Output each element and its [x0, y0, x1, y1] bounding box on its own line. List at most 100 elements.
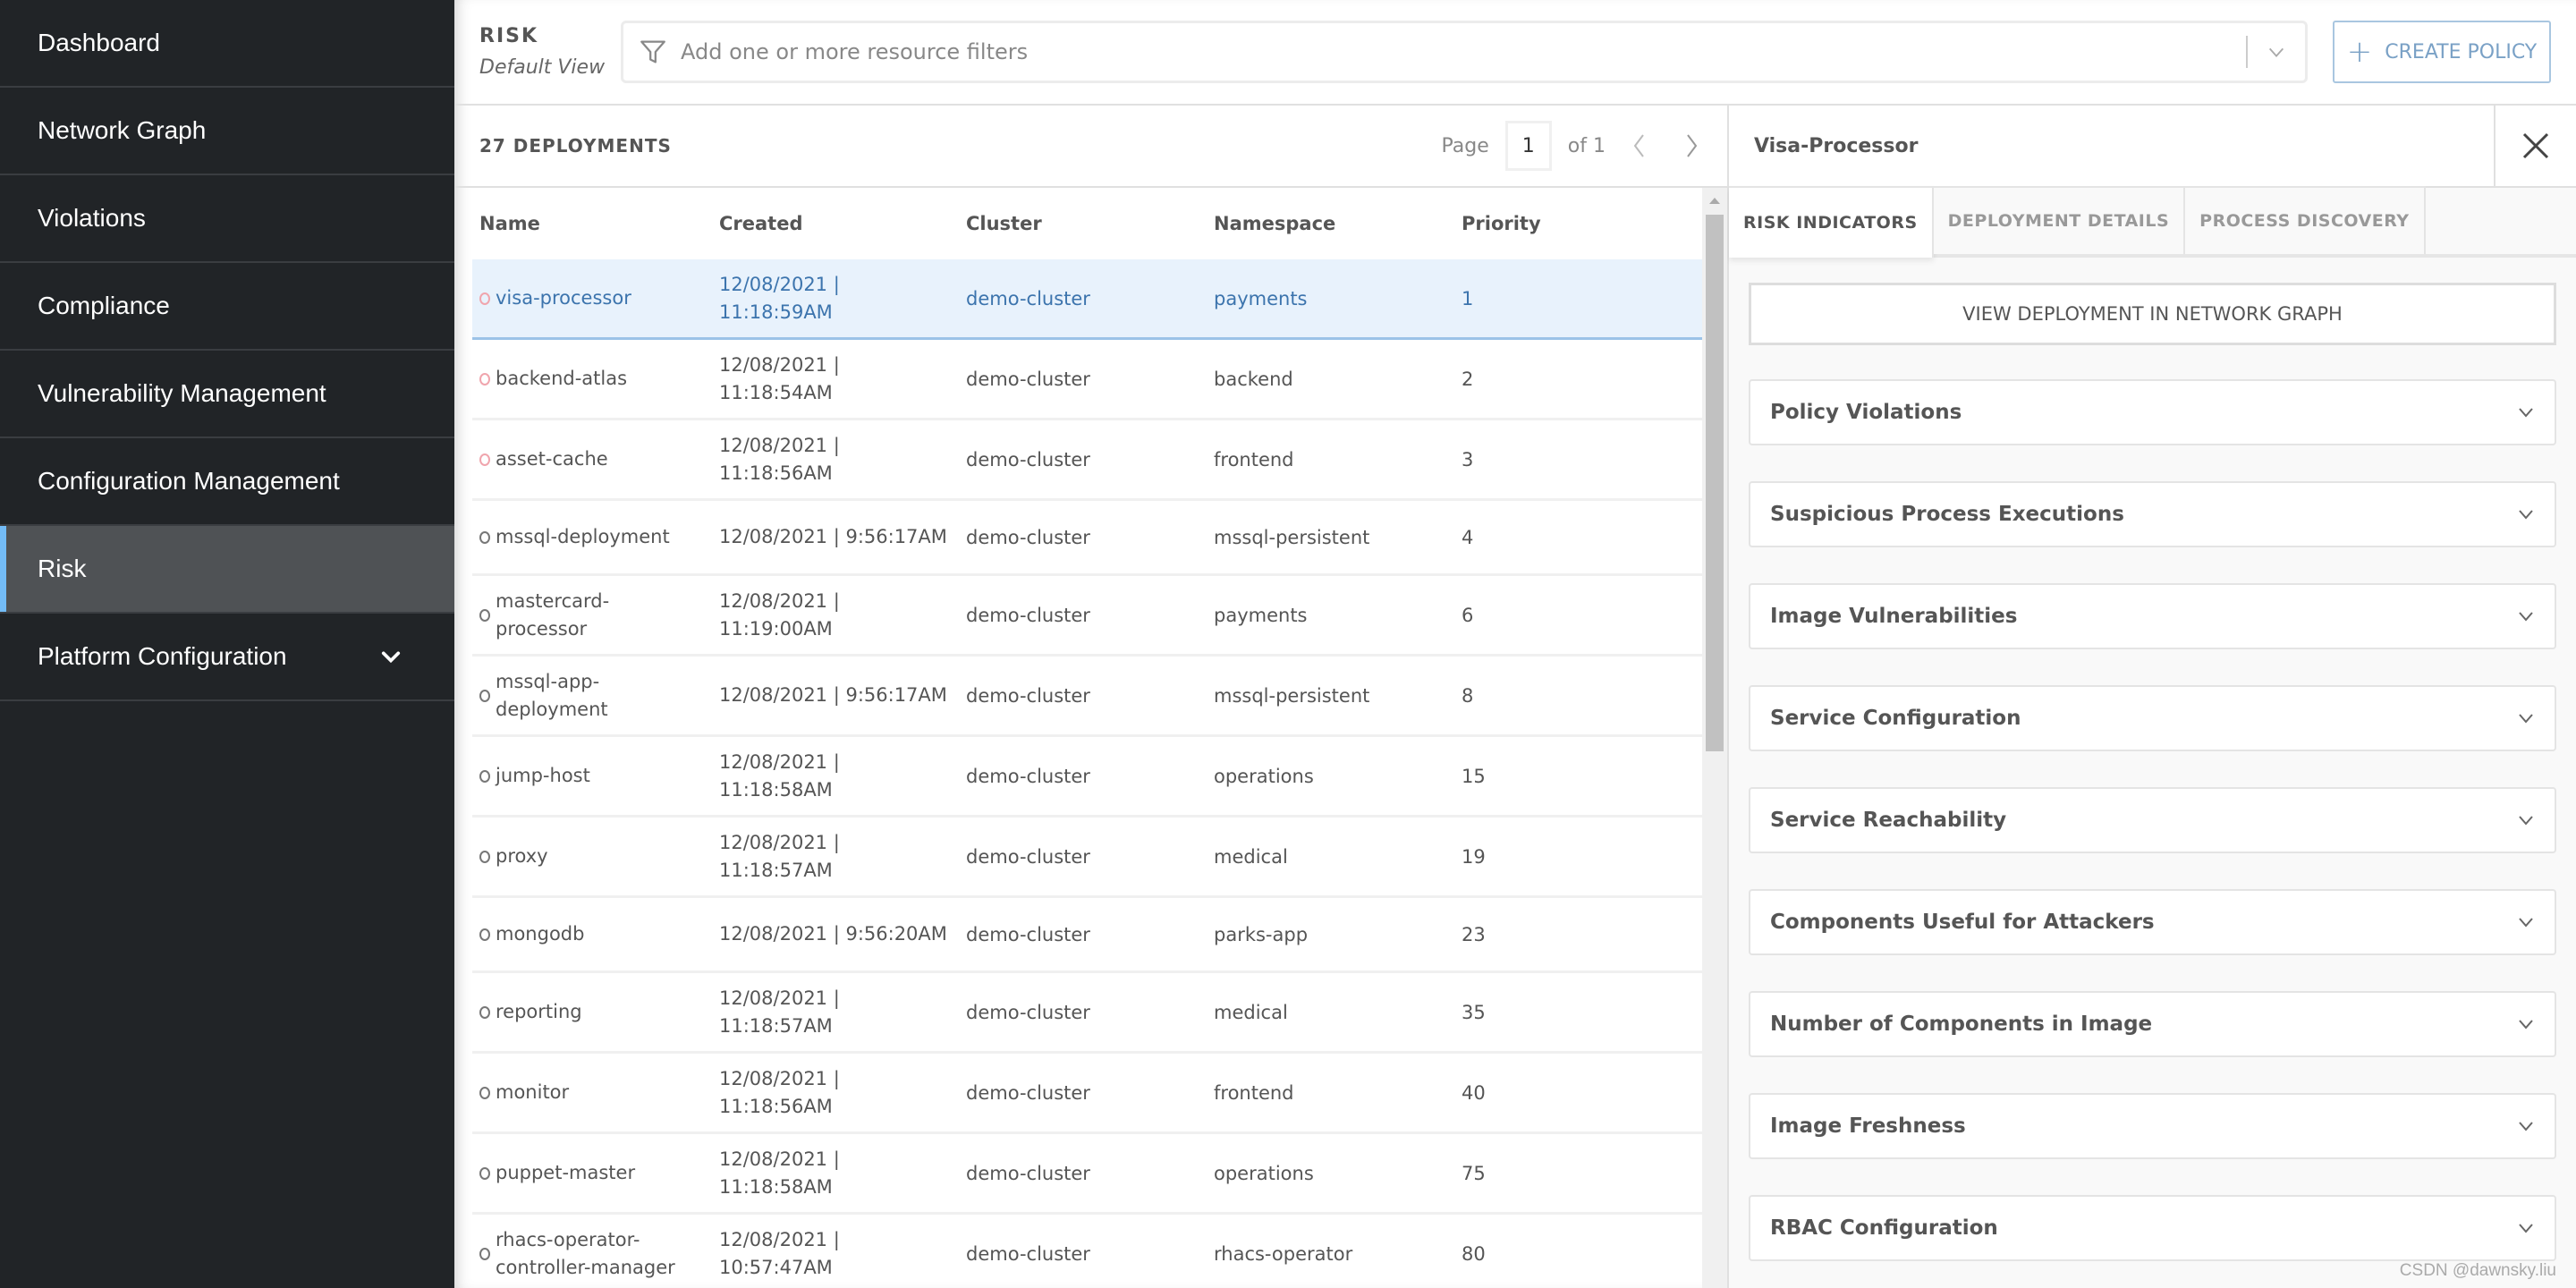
priority-cell: 3: [1462, 448, 1474, 470]
created-cell: 12/08/2021 | 11:18:54AM: [719, 353, 840, 403]
sidebar-item-violations[interactable]: Violations: [0, 175, 454, 263]
deployment-name[interactable]: reporting: [496, 998, 582, 1026]
deployment-name[interactable]: rhacs-operator-controller-manager: [496, 1226, 692, 1282]
priority-cell: 15: [1462, 765, 1486, 787]
column-header-namespace[interactable]: Namespace: [1214, 213, 1462, 234]
column-header-name[interactable]: Name: [472, 213, 719, 234]
created-cell: 12/08/2021 | 11:19:00AM: [719, 589, 840, 640]
accordion-rbac-configuration[interactable]: RBAC Configuration: [1749, 1195, 2556, 1261]
table-row[interactable]: backend-atlas 12/08/2021 | 11:18:54AM demo…: [472, 340, 1702, 420]
deployment-name[interactable]: mongodb: [496, 920, 584, 948]
create-policy-label: CREATE POLICY: [2385, 40, 2538, 64]
column-header-priority[interactable]: Priority: [1462, 213, 1702, 234]
table-row[interactable]: visa-processor 12/08/2021 | 11:18:59AM dem…: [472, 259, 1702, 340]
deployment-name[interactable]: visa-processor: [496, 284, 631, 312]
namespace-cell: payments: [1214, 604, 1308, 626]
table-body: visa-processor 12/08/2021 | 11:18:59AM dem…: [472, 259, 1702, 1288]
filter-placeholder: Add one or more resource filters: [681, 39, 1029, 64]
chevron-down-icon: [2519, 714, 2533, 724]
search-filter-input[interactable]: Add one or more resource filters: [621, 21, 2308, 83]
table-row[interactable]: mssql-deployment 12/08/2021 | 9:56:17AM de…: [472, 501, 1702, 576]
triangle-up-icon: [1709, 198, 1720, 204]
tab-process-discovery[interactable]: PROCESS DISCOVERY: [2185, 186, 2426, 254]
scroll-up-arrow[interactable]: [1702, 188, 1727, 213]
filter-dropdown-toggle[interactable]: [2248, 42, 2305, 62]
created-cell: 12/08/2021 | 10:57:47AM: [719, 1228, 840, 1278]
accordion-policy-violations[interactable]: Policy Violations: [1749, 379, 2556, 445]
table-row[interactable]: reporting 12/08/2021 | 11:18:57AM demo-clu…: [472, 973, 1702, 1054]
deployment-name[interactable]: monitor: [496, 1079, 569, 1106]
page-subtitle: Default View: [479, 56, 606, 79]
priority-cell: 4: [1462, 526, 1474, 548]
name-cell: jump-host: [472, 762, 719, 790]
tab-deployment-details[interactable]: DEPLOYMENT DETAILS: [1933, 186, 2186, 254]
table-row[interactable]: mssql-app-deployment 12/08/2021 | 9:56:17…: [472, 657, 1702, 737]
sidebar-item-configuration-management[interactable]: Configuration Management: [0, 438, 454, 526]
sidebar-item-label: Vulnerability Management: [38, 379, 326, 407]
table-row[interactable]: asset-cache 12/08/2021 | 11:18:56AM demo-c…: [472, 420, 1702, 501]
sidebar-item-platform-configuration[interactable]: Platform Configuration: [0, 614, 454, 701]
sidebar-item-network-graph[interactable]: Network Graph: [0, 88, 454, 175]
cluster-cell: demo-cluster: [966, 604, 1090, 626]
deployment-name[interactable]: mastercard-processor: [496, 588, 692, 643]
deployment-name[interactable]: puppet-master: [496, 1159, 635, 1187]
priority-cell: 19: [1462, 845, 1486, 868]
accordion-service-configuration[interactable]: Service Configuration: [1749, 685, 2556, 751]
table-row[interactable]: puppet-master 12/08/2021 | 11:18:58AM demo…: [472, 1134, 1702, 1215]
deployment-name[interactable]: jump-host: [496, 762, 590, 790]
cluster-cell: demo-cluster: [966, 923, 1090, 945]
accordion-image-freshness[interactable]: Image Freshness: [1749, 1093, 2556, 1159]
deployment-name[interactable]: asset-cache: [496, 445, 608, 473]
namespace-cell: mssql-persistent: [1214, 684, 1370, 707]
table-wrapper: Name Created Cluster Namespace Priority …: [454, 188, 1727, 1288]
table-row[interactable]: monitor 12/08/2021 | 11:18:56AM demo-clust…: [472, 1054, 1702, 1134]
scrollbar-thumb[interactable]: [1706, 215, 1724, 751]
sidebar-item-dashboard[interactable]: Dashboard: [0, 0, 454, 88]
sidebar-item-label: Risk: [38, 555, 87, 582]
namespace-cell: medical: [1214, 845, 1288, 868]
priority-cell: 75: [1462, 1162, 1486, 1184]
accordion-title: Service Configuration: [1770, 707, 2021, 730]
view-in-network-graph-button[interactable]: VIEW DEPLOYMENT IN NETWORK GRAPH: [1749, 283, 2556, 345]
tab-risk-indicators[interactable]: RISK INDICATORS: [1729, 186, 1934, 258]
table-row[interactable]: rhacs-operator-controller-manager 12/08/2…: [472, 1215, 1702, 1288]
table-row[interactable]: proxy 12/08/2021 | 11:18:57AM demo-cluster…: [472, 818, 1702, 898]
name-cell: mastercard-processor: [472, 588, 719, 643]
deployment-name[interactable]: mssql-deployment: [496, 523, 670, 551]
table-row[interactable]: mastercard-processor 12/08/2021 | 11:19:0…: [472, 576, 1702, 657]
filter-icon: [640, 40, 665, 64]
next-page-button[interactable]: [1674, 128, 1709, 164]
accordion-service-reachability[interactable]: Service Reachability: [1749, 787, 2556, 853]
sidebar-item-vulnerability-management[interactable]: Vulnerability Management: [0, 351, 454, 438]
priority-cell: 2: [1462, 368, 1474, 390]
deployment-name[interactable]: backend-atlas: [496, 365, 627, 393]
sidebar-item-label: Violations: [38, 204, 146, 232]
sidebar-item-label: Compliance: [38, 292, 170, 319]
deployment-name[interactable]: mssql-app-deployment: [496, 668, 692, 724]
risk-status-icon: [479, 292, 490, 305]
accordion-suspicious-process-executions[interactable]: Suspicious Process Executions: [1749, 481, 2556, 547]
plus-icon: +: [2346, 34, 2373, 70]
accordion-image-vulnerabilities[interactable]: Image Vulnerabilities: [1749, 583, 2556, 649]
sidebar: Dashboard Network Graph Violations Compl…: [0, 0, 454, 1288]
accordion-components-useful-for-attackers[interactable]: Components Useful for Attackers: [1749, 889, 2556, 955]
page-number-input[interactable]: 1: [1504, 121, 1552, 171]
sidebar-item-risk[interactable]: Risk: [0, 526, 454, 614]
deployments-panel: 27 DEPLOYMENTS Page 1 of 1 Name Created …: [454, 106, 1729, 1288]
sidebar-item-compliance[interactable]: Compliance: [0, 263, 454, 351]
chevron-down-icon: [2519, 1020, 2533, 1030]
detail-tabs: RISK INDICATORS DEPLOYMENT DETAILS PROCE…: [1729, 186, 2576, 258]
create-policy-button[interactable]: + CREATE POLICY: [2333, 21, 2551, 83]
prev-page-button[interactable]: [1622, 128, 1657, 164]
name-cell: puppet-master: [472, 1159, 719, 1187]
deployment-name[interactable]: proxy: [496, 843, 548, 870]
column-header-created[interactable]: Created: [719, 213, 966, 234]
close-button[interactable]: [2494, 105, 2576, 187]
cluster-cell: demo-cluster: [966, 1001, 1090, 1023]
table-scrollbar[interactable]: [1702, 188, 1727, 1288]
created-cell: 12/08/2021 | 9:56:17AM: [719, 526, 947, 547]
table-row[interactable]: mongodb 12/08/2021 | 9:56:20AM demo-cluste…: [472, 898, 1702, 973]
accordion-number-of-components-in-image[interactable]: Number of Components in Image: [1749, 991, 2556, 1057]
column-header-cluster[interactable]: Cluster: [966, 213, 1214, 234]
table-row[interactable]: jump-host 12/08/2021 | 11:18:58AM demo-clu…: [472, 737, 1702, 818]
